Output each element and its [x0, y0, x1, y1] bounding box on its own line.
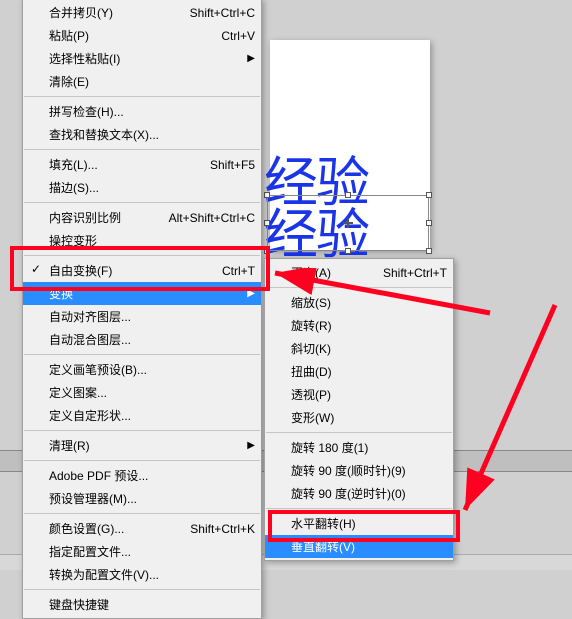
menu-copy-merge[interactable]: 合并拷贝(Y) Shift+Ctrl+C: [23, 1, 261, 24]
edit-menu[interactable]: 合并拷贝(Y) Shift+Ctrl+C 粘贴(P) Ctrl+V 选择性粘贴(…: [22, 0, 262, 619]
menu-separator: [24, 202, 260, 203]
menu-spellcheck[interactable]: 拼写检查(H)...: [23, 100, 261, 123]
annotation-box-1: [10, 246, 270, 291]
menu-auto-align[interactable]: 自动对齐图层...: [23, 305, 261, 328]
menu-label: 旋转 90 度(顺时针)(9): [291, 462, 406, 479]
menu-label: 旋转 180 度(1): [291, 439, 368, 456]
submenu-rotate[interactable]: 旋转(R): [265, 314, 453, 337]
menu-convert-profile[interactable]: 转换为配置文件(V)...: [23, 563, 261, 586]
menu-clear[interactable]: 清除(E): [23, 70, 261, 93]
menu-label: 定义自定形状...: [49, 407, 131, 424]
menu-shortcut: Shift+F5: [210, 158, 255, 172]
menu-find-replace[interactable]: 查找和替换文本(X)...: [23, 123, 261, 146]
menu-label: Adobe PDF 预设...: [49, 467, 148, 484]
menu-label: 拼写检查(H)...: [49, 103, 124, 120]
menu-label: 填充(L)...: [49, 156, 98, 173]
menu-separator: [24, 460, 260, 461]
menu-color-settings[interactable]: 颜色设置(G)... Shift+Ctrl+K: [23, 517, 261, 540]
menu-assign-profile[interactable]: 指定配置文件...: [23, 540, 261, 563]
menu-label: 合并拷贝(Y): [49, 4, 113, 21]
menu-label: 缩放(S): [291, 294, 331, 311]
menu-separator: [24, 149, 260, 150]
menu-separator: [266, 508, 452, 509]
submenu-rotate-90-ccw[interactable]: 旋转 90 度(逆时针)(0): [265, 482, 453, 505]
menu-label: 清除(E): [49, 73, 89, 90]
menu-label: 变形(W): [291, 409, 334, 426]
menu-label: 自动混合图层...: [49, 331, 131, 348]
submenu-rotate-180[interactable]: 旋转 180 度(1): [265, 436, 453, 459]
menu-shortcut: Shift+Ctrl+K: [190, 522, 255, 536]
menu-label: 斜切(K): [291, 340, 331, 357]
menu-label: 透视(P): [291, 386, 331, 403]
menu-label: 选择性粘贴(I): [49, 50, 120, 67]
menu-label: 指定配置文件...: [49, 543, 131, 560]
menu-adobe-pdf-presets[interactable]: Adobe PDF 预设...: [23, 464, 261, 487]
menu-label: 旋转(R): [291, 317, 332, 334]
menu-separator: [24, 430, 260, 431]
menu-content-aware-scale[interactable]: 内容识别比例 Alt+Shift+Ctrl+C: [23, 206, 261, 229]
chevron-right-icon: ▶: [243, 440, 255, 451]
menu-shortcut: Ctrl+V: [221, 29, 255, 43]
menu-label: 键盘快捷键: [49, 596, 109, 613]
menu-paste-special[interactable]: 选择性粘贴(I) ▶: [23, 47, 261, 70]
menu-shortcut: Shift+Ctrl+C: [190, 6, 255, 20]
menu-label: 颜色设置(G)...: [49, 520, 124, 537]
menu-label: 定义图案...: [49, 384, 107, 401]
submenu-distort[interactable]: 扭曲(D): [265, 360, 453, 383]
menu-separator: [24, 354, 260, 355]
menu-separator: [24, 513, 260, 514]
submenu-scale[interactable]: 缩放(S): [265, 291, 453, 314]
chevron-right-icon: ▶: [243, 53, 255, 64]
submenu-rotate-90-cw[interactable]: 旋转 90 度(顺时针)(9): [265, 459, 453, 482]
menu-label: 转换为配置文件(V)...: [49, 566, 159, 583]
submenu-again[interactable]: 再次(A) Shift+Ctrl+T: [265, 261, 453, 284]
annotation-box-2: [268, 510, 460, 542]
menu-label: 自动对齐图层...: [49, 308, 131, 325]
menu-separator: [266, 432, 452, 433]
menu-label: 再次(A): [291, 264, 331, 281]
menu-separator: [24, 589, 260, 590]
menu-stroke[interactable]: 描边(S)...: [23, 176, 261, 199]
menu-label: 定义画笔预设(B)...: [49, 361, 147, 378]
menu-shortcut: Alt+Shift+Ctrl+C: [169, 211, 255, 225]
submenu-perspective[interactable]: 透视(P): [265, 383, 453, 406]
menu-separator: [24, 96, 260, 97]
menu-label: 扭曲(D): [291, 363, 332, 380]
menu-label: 描边(S)...: [49, 179, 99, 196]
menu-preset-manager[interactable]: 预设管理器(M)...: [23, 487, 261, 510]
menu-shortcut: Shift+Ctrl+T: [383, 266, 447, 280]
submenu-skew[interactable]: 斜切(K): [265, 337, 453, 360]
menu-label: 预设管理器(M)...: [49, 490, 137, 507]
menu-keyboard-shortcuts[interactable]: 键盘快捷键: [23, 593, 261, 616]
menu-define-pattern[interactable]: 定义图案...: [23, 381, 261, 404]
menu-label: 查找和替换文本(X)...: [49, 126, 159, 143]
menu-paste[interactable]: 粘贴(P) Ctrl+V: [23, 24, 261, 47]
menu-label: 旋转 90 度(逆时针)(0): [291, 485, 406, 502]
submenu-warp[interactable]: 变形(W): [265, 406, 453, 429]
menu-fill[interactable]: 填充(L)... Shift+F5: [23, 153, 261, 176]
menu-define-brush[interactable]: 定义画笔预设(B)...: [23, 358, 261, 381]
menu-define-shape[interactable]: 定义自定形状...: [23, 404, 261, 427]
document-canvas[interactable]: 经验 经验: [270, 40, 430, 250]
annotation-arrow-2: [455, 300, 572, 520]
menu-label: 内容识别比例: [49, 209, 121, 226]
menu-label: 清理(R): [49, 437, 90, 454]
menu-label: 粘贴(P): [49, 27, 89, 44]
menu-separator: [266, 287, 452, 288]
menu-auto-blend[interactable]: 自动混合图层...: [23, 328, 261, 351]
menu-purge[interactable]: 清理(R) ▶: [23, 434, 261, 457]
